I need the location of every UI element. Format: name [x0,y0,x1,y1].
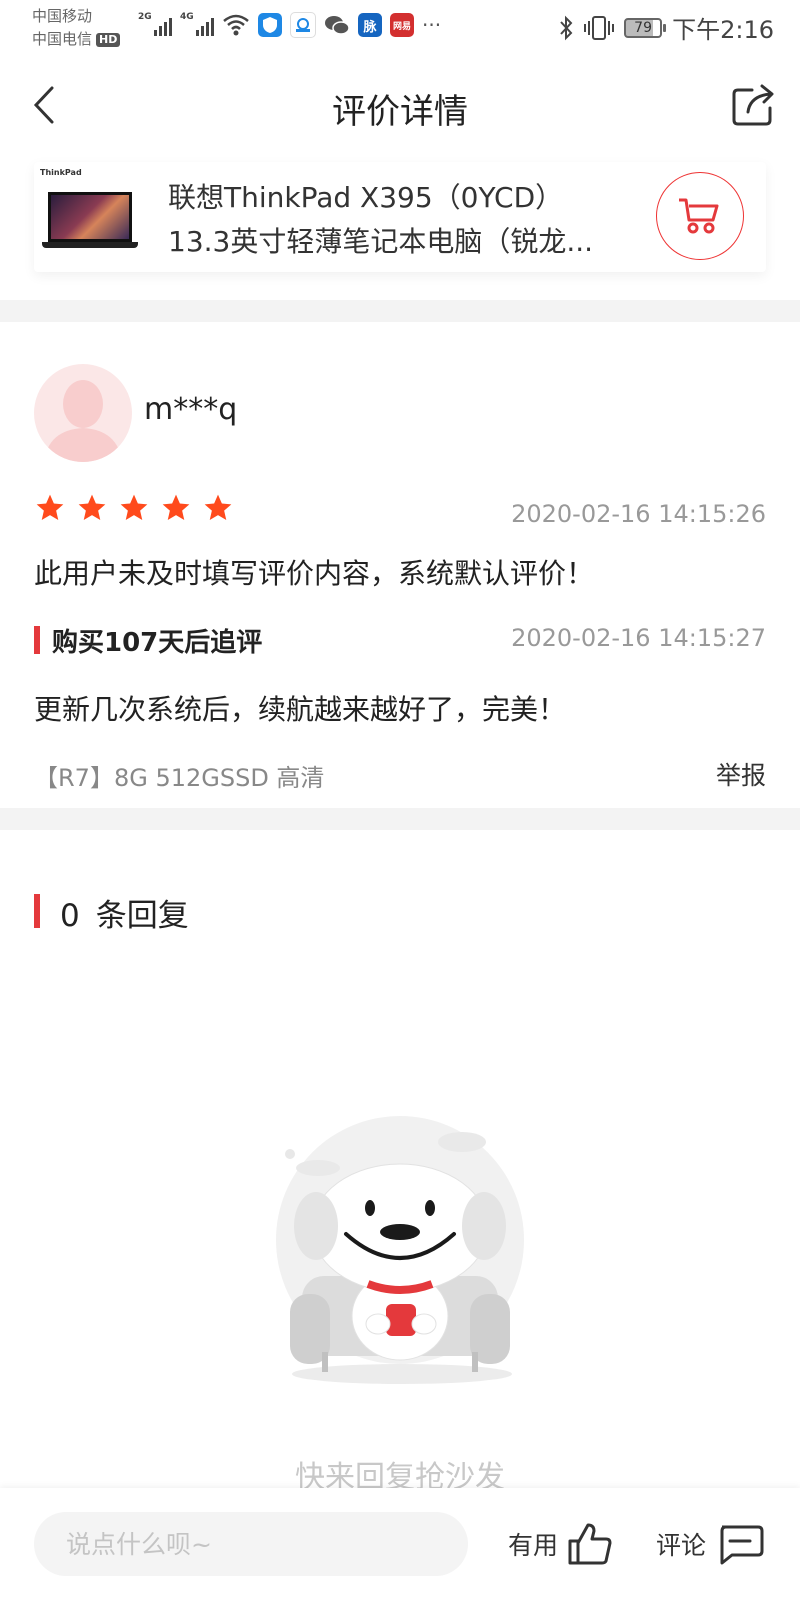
comment-button[interactable]: 评论 [656,1512,764,1576]
product-card[interactable]: ThinkPad 联想ThinkPad X395（0YCD） 13.3英寸轻薄笔… [34,162,766,272]
wifi-icon [223,14,249,36]
product-spec: 【R7】8G 512GSSD 高清 [34,764,325,792]
share-button[interactable] [730,80,778,130]
cart-icon [679,198,719,234]
carrier-secondary: 中国电信 HD [32,28,121,50]
bottom-action-bar: 有用 评论 [0,1488,800,1600]
thumbs-up-icon [568,1523,612,1565]
wechat-icon [325,16,350,35]
product-title-line2: 13.3英寸轻薄笔记本电脑（锐龙... [168,225,594,258]
shield-app-icon [258,13,282,37]
replies-accent-bar [34,894,40,928]
rating-stars [34,492,234,524]
username: m***q [144,392,238,427]
comment-bubble-icon [720,1525,764,1565]
carrier-primary: 中国移动 [32,7,93,25]
followup-title: 购买107天后追评 [52,628,263,658]
laptop-screen [48,192,132,242]
product-title: 联想ThinkPad X395（0YCD） 13.3英寸轻薄笔记本电脑（锐龙..… [168,176,658,264]
report-link[interactable]: 举报 [716,756,766,792]
page-title: 评价详情 [332,92,468,132]
reply-count: 0 [60,898,80,934]
section-divider [0,808,800,830]
followup-date: 2020-02-16 14:15:27 [511,624,766,652]
status-time: 下午2:16 [672,16,774,44]
status-bar: 中国移动 中国电信 HD 2G 4G 脉 网易 ··· 79 下午2:16 [0,0,800,56]
followup-content: 更新几次系统后，续航越来越好了，完美！ [34,693,567,726]
signal-2g-icon: 2G [138,12,172,38]
comment-label: 评论 [656,1531,707,1560]
maimai-app-icon: 脉 [358,13,382,37]
battery-icon: 79 [624,17,667,38]
laptop-base [42,242,138,248]
comment-input[interactable] [34,1512,468,1576]
product-title-line1: 联想ThinkPad X395（0YCD） [168,181,564,214]
star-icon [162,494,190,520]
avatar[interactable] [34,364,132,462]
reply-count-heading: 0 条回复 [60,890,189,935]
share-icon [732,84,774,126]
empty-state-dog-illustration [276,1116,524,1384]
review-date: 2020-02-16 14:15:26 [511,500,766,528]
star-icon [120,494,148,520]
signal-4g-icon: 4G [180,12,214,38]
hd-badge: HD [96,32,121,47]
product-thumbnail: ThinkPad [40,168,140,254]
section-divider [0,300,800,322]
useful-button[interactable]: 有用 [508,1512,614,1576]
followup-accent-bar [34,626,40,654]
header: 评价详情 [0,60,800,150]
star-icon [204,494,232,520]
default-avatar-icon [44,380,122,462]
reply-count-label: 条回复 [95,898,189,934]
add-to-cart-button[interactable] [656,172,744,260]
star-icon [78,494,106,520]
review-content: 此用户未及时填写评价内容，系统默认评价！ [34,557,595,590]
cloud-app-icon [290,12,316,38]
useful-label: 有用 [508,1531,559,1560]
netease-app-icon: 网易 [390,13,414,37]
brand-mark: ThinkPad [40,168,82,177]
star-icon [36,494,64,520]
vibrate-icon [584,15,615,40]
more-notifications-icon: ··· [422,13,442,37]
bluetooth-icon [560,15,573,40]
